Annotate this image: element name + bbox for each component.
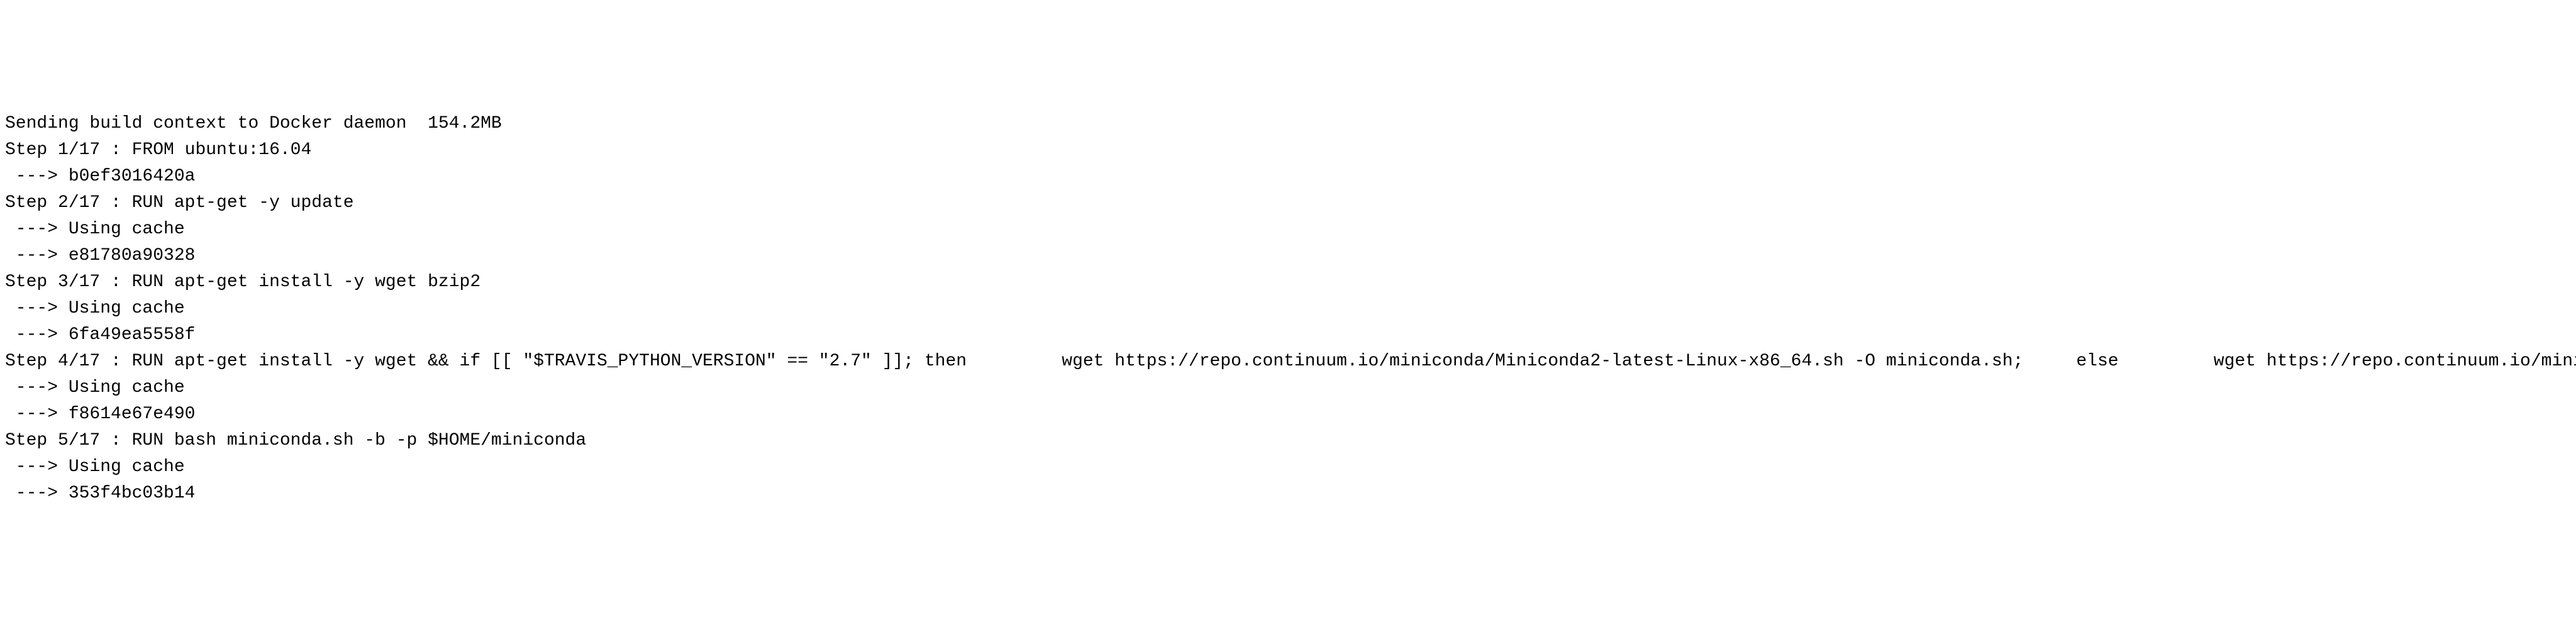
terminal-line: ---> 6fa49ea5558f bbox=[5, 322, 2571, 348]
terminal-line: Sending build context to Docker daemon 1… bbox=[5, 111, 2571, 137]
terminal-line: Step 4/17 : RUN apt-get install -y wget … bbox=[5, 348, 2571, 375]
terminal-line: ---> b0ef3016420a bbox=[5, 164, 2571, 190]
terminal-line: Step 2/17 : RUN apt-get -y update bbox=[5, 190, 2571, 216]
terminal-line: ---> Using cache bbox=[5, 216, 2571, 243]
terminal-line: ---> 353f4bc03b14 bbox=[5, 480, 2571, 507]
terminal-line: Step 5/17 : RUN bash miniconda.sh -b -p … bbox=[5, 428, 2571, 454]
terminal-line: ---> e81780a90328 bbox=[5, 243, 2571, 269]
terminal-line: ---> Using cache bbox=[5, 296, 2571, 322]
terminal-line: ---> Using cache bbox=[5, 375, 2571, 401]
terminal-line: Step 1/17 : FROM ubuntu:16.04 bbox=[5, 137, 2571, 164]
terminal-output: Sending build context to Docker daemon 1… bbox=[5, 111, 2571, 507]
terminal-line: Step 3/17 : RUN apt-get install -y wget … bbox=[5, 269, 2571, 296]
terminal-line: ---> f8614e67e490 bbox=[5, 401, 2571, 428]
terminal-line: ---> Using cache bbox=[5, 454, 2571, 480]
